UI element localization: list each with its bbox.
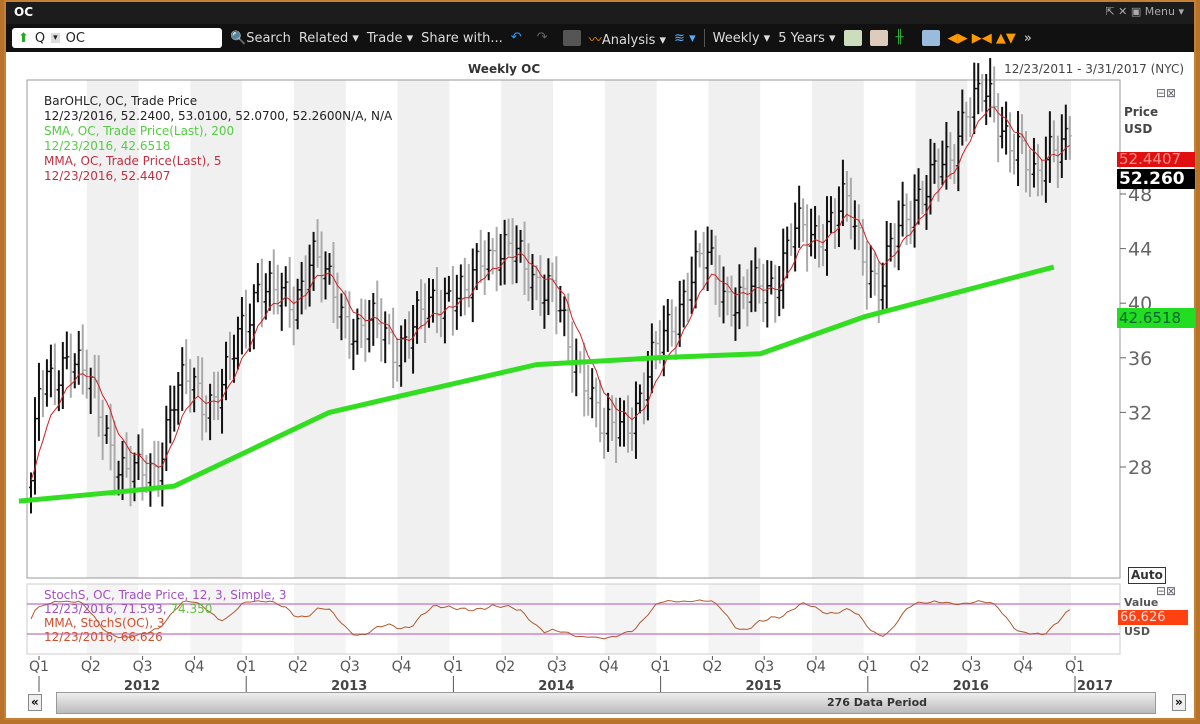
x-tick-label: Q3 [754,659,774,675]
stoch-panel-controls[interactable]: ⊟⊠ [1156,584,1176,599]
x-tick-label: Q3 [961,659,981,675]
stoch-quarter-band [863,584,916,654]
stoch-quarter-band [967,584,1020,654]
value-axis-label: Value [1124,596,1159,609]
panel-controls[interactable]: ⊟⊠ [1156,86,1176,101]
x-tick-label: Q4 [392,659,412,675]
stoch-mma-values: 12/23/2016, 66.626 [44,630,163,644]
x-tick-label: Q1 [443,659,463,675]
x-tick-label: Q1 [29,659,49,675]
x-tick-label: Q2 [495,659,515,675]
quarter-band [812,80,864,578]
stoch-quarter-band [1071,584,1123,654]
stoch-values-2: 74.350 [170,602,213,616]
x-tick-label: Q2 [702,659,722,675]
stoch-quarter-band [397,584,450,654]
stoch-quarter-band [812,584,864,654]
stoch-quarter-band [915,584,968,654]
legend-mma-title: MMA, OC, Trade Price(Last), 5 [44,154,222,168]
legend-bar-title: BarOHLC, OC, Trade Price [44,94,198,108]
time-scrollbar[interactable]: 276 Data Period [56,692,1156,714]
mma-badge: 52.4407 [1117,152,1195,167]
scroll-start-button[interactable]: « [28,694,42,711]
x-tick-label: Q1 [236,659,256,675]
legend-bar-values: 12/23/2016, 52.2400, 53.0100, 52.0700, 5… [44,109,393,123]
x-tick-label: Q2 [81,659,101,675]
stoch-quarter-band [553,584,605,654]
y-tick-label: 32 [1128,402,1152,424]
x-tick-label: Q3 [340,659,360,675]
x-tick-label: Q4 [184,659,204,675]
stoch-quarter-band [656,584,709,654]
x-tick-label: Q4 [599,659,619,675]
stoch-badge: 66.626 [1118,610,1188,625]
legend-sma-values: 12/23/2016, 42.6518 [44,139,171,153]
sma-badge: 42.6518 [1117,308,1195,328]
last-price-badge: 52.260 [1117,169,1195,189]
x-tick-label: Q1 [1065,659,1085,675]
auto-scale-button[interactable]: Auto [1128,567,1166,584]
scroll-end-button[interactable]: » [1172,694,1186,711]
quarter-band [708,80,761,578]
stoch-legend: StochS, OC, Trade Price, 12, 3, Simple, … [44,588,287,650]
legend-mma-values: 12/23/2016, 52.4407 [44,169,171,183]
x-tick-label: Q1 [651,659,671,675]
chart-window: OC ⇱ ✕ ▣ Menu ▾ ⬆ Q ▾ OC 🔍Search Related… [4,0,1196,720]
stoch-quarter-band [604,584,657,654]
quarter-band [604,80,657,578]
stoch-quarter-band [1019,584,1071,654]
y-tick-label: 44 [1128,239,1152,261]
stoch-values: 12/23/2016, 71.593, [44,602,171,616]
y-tick-label: 28 [1128,457,1152,479]
legend-sma-title: SMA, OC, Trade Price(Last), 200 [44,124,235,138]
data-period-label: 276 Data Period [827,696,928,709]
x-tick-label: Q3 [547,659,567,675]
stoch-mma-title: MMA, StochS(OC), 3 [44,616,165,630]
stoch-quarter-band [708,584,761,654]
value-axis-currency: USD [1124,625,1150,638]
x-tick-label: Q2 [288,659,308,675]
quarter-band [501,80,553,578]
legend: BarOHLC, OC, Trade Price 12/23/2016, 52.… [44,94,392,184]
x-tick-label: Q1 [858,659,878,675]
stoch-title: StochS, OC, Trade Price, 12, 3, Simple, … [44,588,287,602]
y-tick-label: 36 [1128,348,1152,370]
x-tick-label: Q3 [133,659,153,675]
stoch-quarter-band [449,584,502,654]
stoch-quarter-band [345,584,398,654]
x-tick-label: Q4 [806,659,826,675]
price-axis-label: Price USD [1124,105,1159,136]
stoch-quarter-band [501,584,553,654]
x-tick-label: Q4 [1013,659,1033,675]
x-tick-label: Q2 [910,659,930,675]
